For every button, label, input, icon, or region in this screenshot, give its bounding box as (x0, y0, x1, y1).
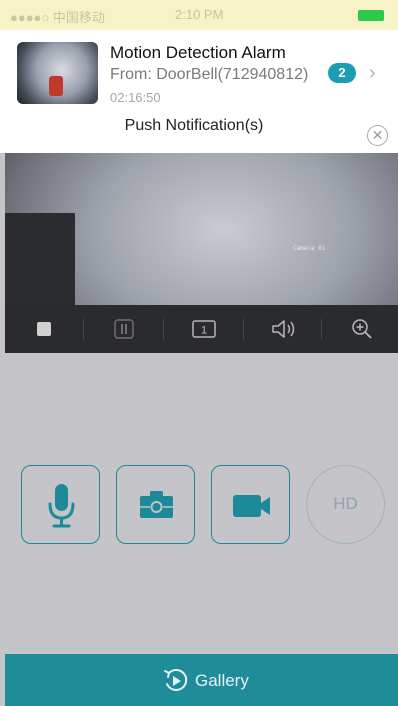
video-foreground (5, 213, 75, 305)
video-camera-icon (233, 495, 270, 517)
record-button[interactable] (211, 465, 290, 544)
gallery-button[interactable]: Gallery (5, 654, 398, 706)
stop-icon (37, 321, 51, 336)
notification-sender: From: DoorBell(712940812) (110, 66, 309, 83)
notification-count-badge: 2 (328, 63, 356, 83)
speaker-button[interactable] (265, 305, 303, 353)
stop-button[interactable] (25, 305, 63, 353)
status-bar: ●●●●○ 中国移动 2:10 PM (0, 0, 398, 30)
chevron-right-icon[interactable]: › (369, 62, 376, 85)
live-video-view[interactable]: Camera 01 (5, 153, 398, 305)
hd-toggle-button[interactable]: HD (306, 465, 385, 544)
carrier-label: ●●●●○ 中国移动 (10, 10, 105, 25)
speaker-icon (272, 320, 295, 338)
snapshot-button[interactable] (116, 465, 195, 544)
status-time: 2:10 PM (175, 7, 224, 22)
close-icon[interactable]: ✕ (367, 125, 388, 146)
push-notification-banner[interactable]: Motion Detection Alarm From: DoorBell(71… (0, 30, 398, 153)
channel-1-icon: 1 (192, 320, 216, 338)
battery-icon (358, 10, 384, 21)
microphone-icon (48, 484, 75, 528)
divider (243, 319, 244, 339)
divider (83, 319, 84, 339)
zoom-in-button[interactable] (343, 305, 381, 353)
gallery-label: Gallery (195, 671, 249, 690)
camera-icon (140, 491, 173, 518)
notification-thumbnail[interactable] (17, 42, 98, 104)
notification-time: 02:16:50 (110, 90, 161, 105)
playback-icon (164, 668, 188, 691)
video-control-bar: 1 (5, 305, 398, 353)
notification-title: Motion Detection Alarm (110, 43, 286, 62)
divider (321, 319, 322, 339)
channel-button[interactable]: 1 (185, 305, 223, 353)
push-notifications-heading: Push Notification(s) (124, 117, 264, 134)
channel-number: 1 (201, 324, 207, 336)
talk-button[interactable] (21, 465, 100, 544)
pause-icon (114, 319, 134, 339)
divider (163, 319, 164, 339)
camera-label: Camera 01 (293, 245, 326, 252)
pause-button[interactable] (105, 305, 143, 353)
thumbnail-figure (49, 76, 63, 96)
zoom-in-icon (352, 319, 372, 339)
